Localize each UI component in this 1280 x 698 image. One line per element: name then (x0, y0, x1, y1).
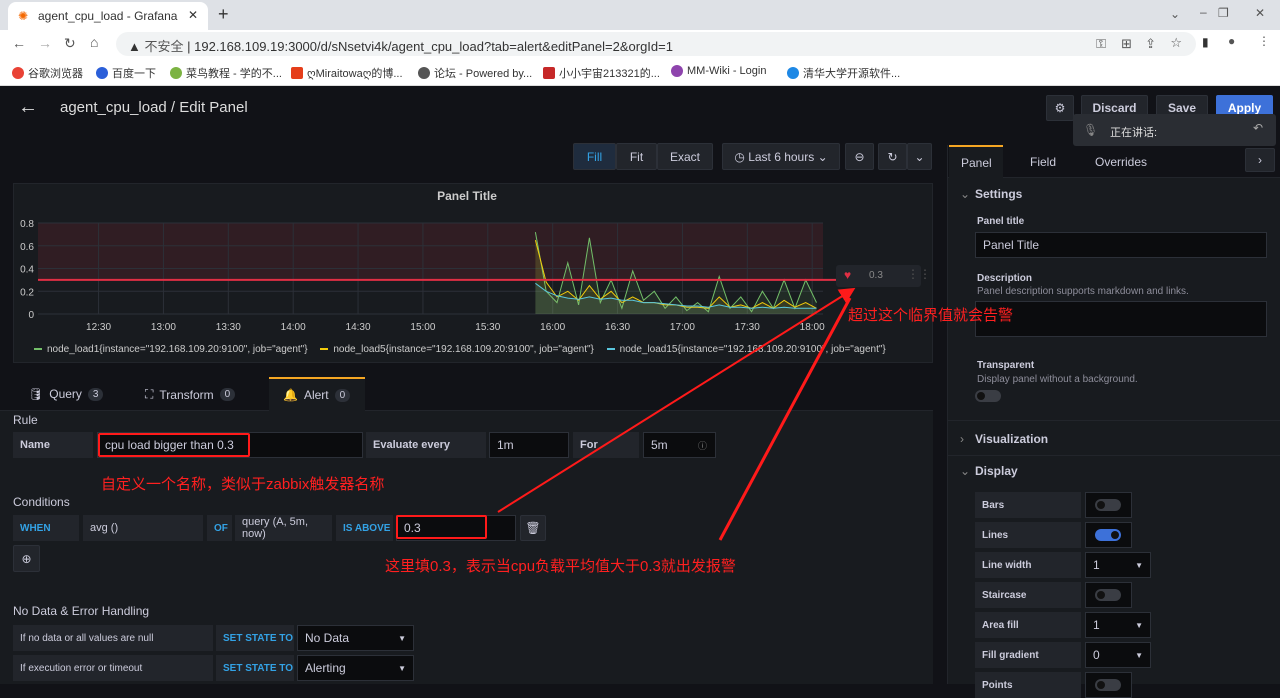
microphone-icon: 🎙 (1083, 123, 1099, 137)
annotation-arrows (497, 287, 856, 541)
annotation-arrow (497, 287, 856, 513)
voice-input-popup: 🎙 正在讲话: ↶ (1073, 114, 1276, 146)
voice-status: 正在讲话: (1110, 127, 1158, 139)
annotation-arrow (718, 297, 852, 541)
undo-icon[interactable]: ↶ (1253, 121, 1263, 135)
